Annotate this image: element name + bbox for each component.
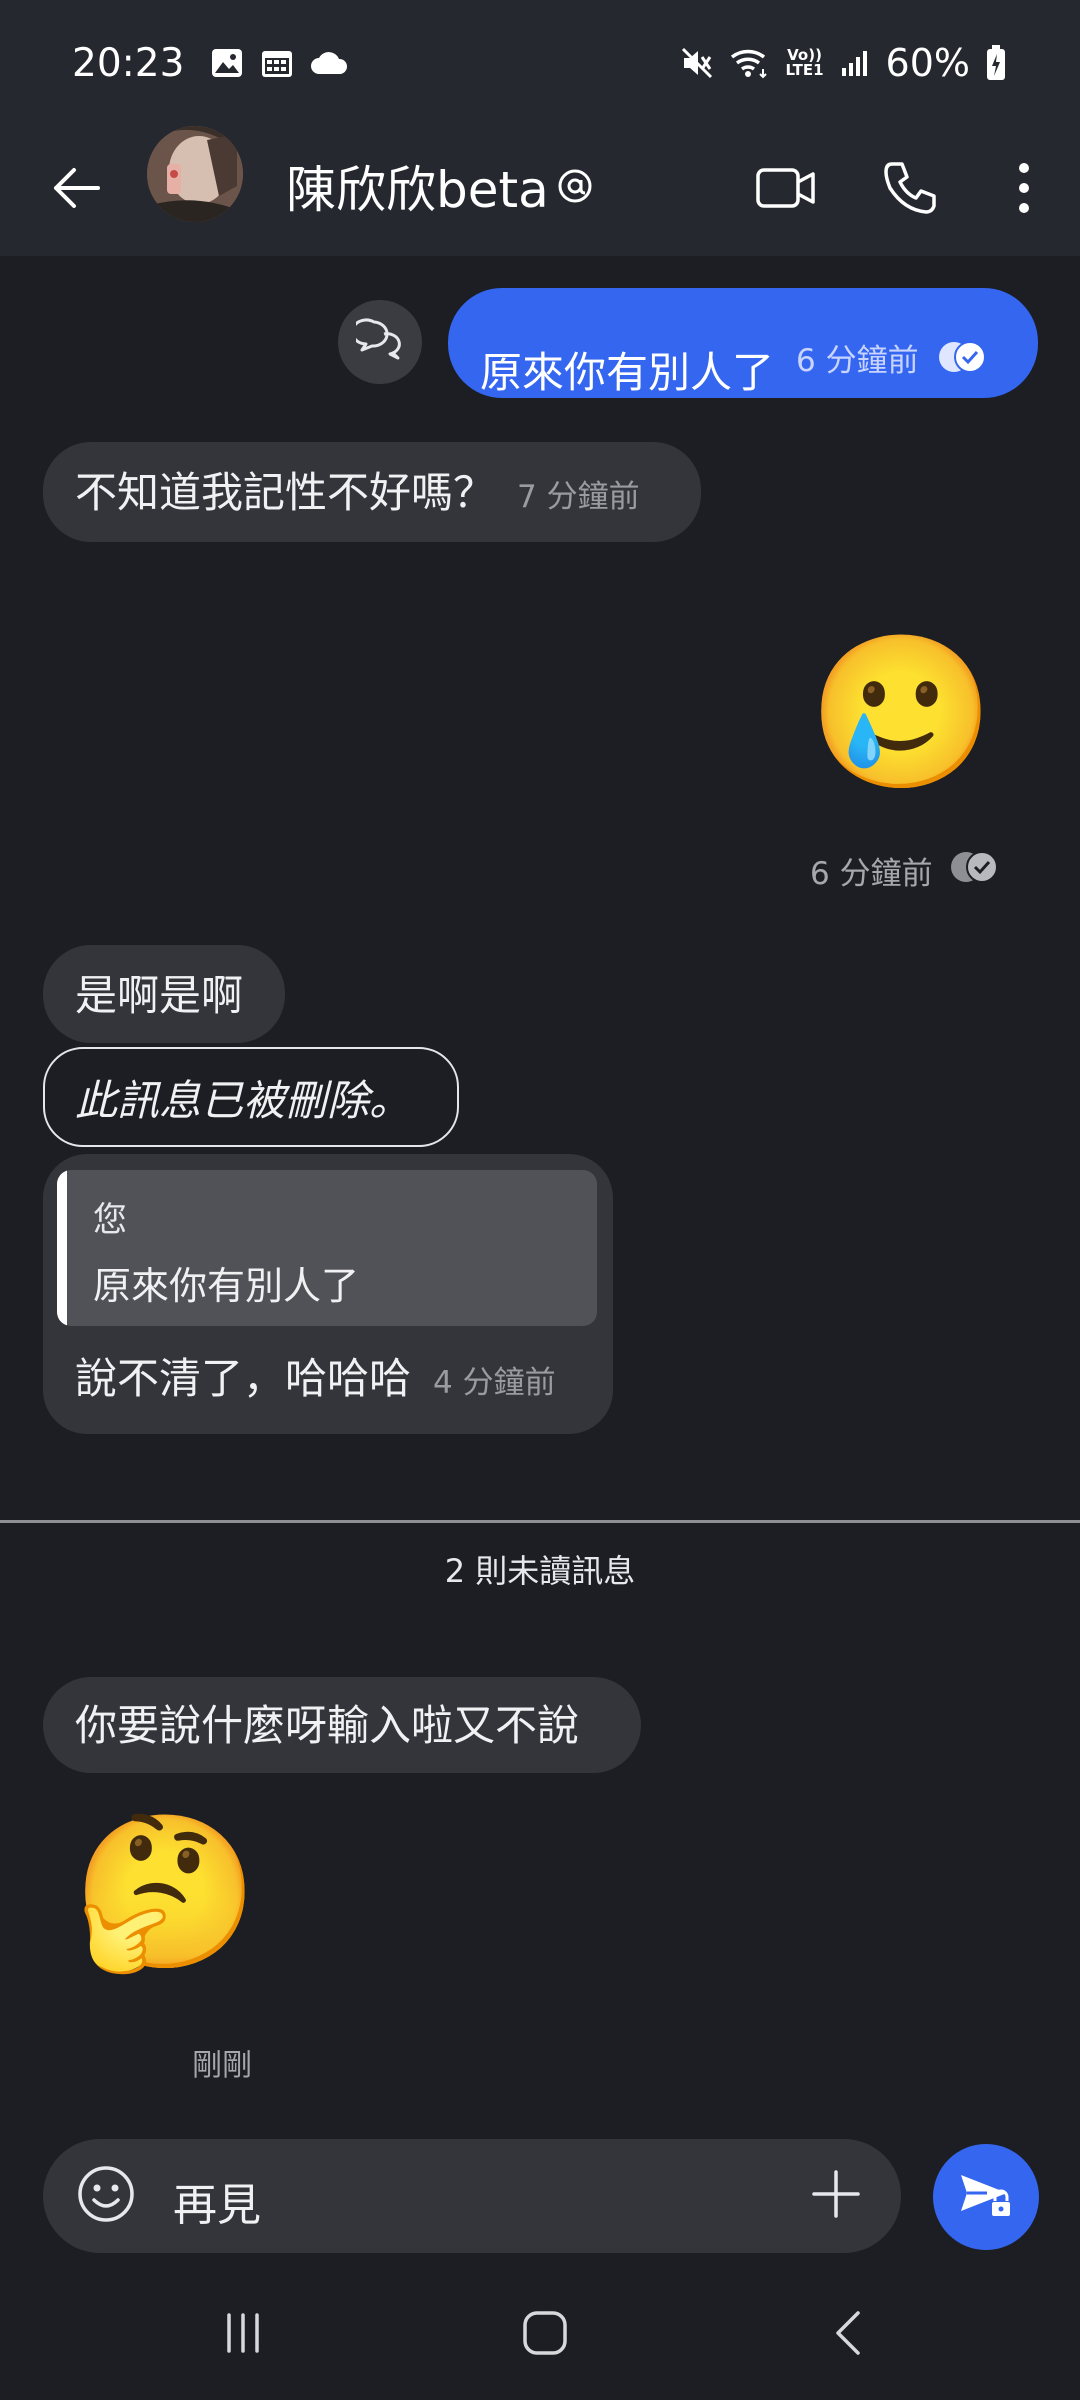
battery-percent: 60% xyxy=(885,41,970,85)
emoji-message[interactable]: 🤔 xyxy=(72,1800,259,1986)
back-button[interactable] xyxy=(40,154,112,226)
contact-name-text: 陳欣欣beta xyxy=(286,161,549,219)
network-type-label: Vo)) LTE1 xyxy=(785,46,824,79)
calendar-icon xyxy=(260,47,294,79)
message-bubble-incoming[interactable]: 你要說什麼呀輸入啦又不說 xyxy=(43,1677,641,1773)
chat-bubbles-icon xyxy=(350,318,404,366)
contact-name[interactable]: 陳欣欣beta xyxy=(286,150,593,222)
emoji-icon xyxy=(76,2164,136,2228)
quoted-message[interactable]: 您 原來你有別人了 xyxy=(57,1170,597,1326)
chat-header: 陳欣欣beta xyxy=(0,126,1080,256)
message-time: 剛剛 xyxy=(192,2048,252,2083)
message-time: 4 分鐘前 xyxy=(433,1365,556,1402)
send-lock-icon xyxy=(957,2167,1015,2227)
message-composer[interactable]: 再見 xyxy=(43,2139,901,2253)
deleted-message[interactable]: 此訊息已被刪除。 xyxy=(43,1047,459,1147)
reply-message-bubble[interactable]: 您 原來你有別人了 說不清了，哈哈哈 4 分鐘前 xyxy=(43,1154,613,1434)
system-nav-bar xyxy=(0,2270,1080,2400)
quick-reply-button[interactable] xyxy=(338,300,422,384)
wifi-icon xyxy=(730,47,770,79)
at-sign-icon xyxy=(557,168,593,204)
more-options-button[interactable] xyxy=(982,148,1066,232)
message-time: 7 分鐘前 xyxy=(517,479,640,515)
message-text: 是啊是啊 xyxy=(75,970,244,1020)
status-right: Vo)) LTE1 60% xyxy=(680,41,1006,85)
message-text: 不知道我記性不好嗎？ xyxy=(75,467,496,517)
unread-divider xyxy=(0,1520,1080,1523)
video-call-icon xyxy=(755,164,817,216)
voice-call-button[interactable] xyxy=(868,148,952,232)
home-button[interactable] xyxy=(495,2290,595,2380)
send-button[interactable] xyxy=(933,2144,1039,2250)
quote-author: 您 xyxy=(93,1200,127,1240)
nav-back-button[interactable] xyxy=(798,2290,898,2380)
emoji-button[interactable] xyxy=(71,2161,141,2231)
status-bar: 20:23 Vo)) LTE1 60% xyxy=(0,0,1080,126)
message-bubble-incoming[interactable]: 是啊是啊 xyxy=(43,945,285,1043)
attach-button[interactable] xyxy=(801,2161,871,2231)
status-time: 20:23 xyxy=(72,40,185,86)
message-text: 說不清了，哈哈哈 xyxy=(75,1354,412,1403)
back-icon xyxy=(830,2309,866,2361)
recents-button[interactable] xyxy=(193,2290,293,2380)
mute-icon xyxy=(680,46,714,80)
status-left: 20:23 xyxy=(72,41,348,86)
message-text: 原來你有別人了 xyxy=(480,347,775,397)
avatar[interactable] xyxy=(147,126,243,222)
deleted-message-text: 此訊息已被刪除。 xyxy=(75,1075,412,1125)
back-arrow-icon xyxy=(50,166,102,214)
plus-icon xyxy=(810,2168,862,2224)
signal-icon xyxy=(840,48,870,78)
emoji-message[interactable]: 🥲 xyxy=(808,620,995,806)
emoji-message-meta: 6 分鐘前 xyxy=(810,848,999,893)
gallery-icon xyxy=(210,47,244,79)
more-vert-icon xyxy=(1017,162,1031,218)
quote-bar xyxy=(57,1170,67,1326)
reply-body: 說不清了，哈哈哈 4 分鐘前 xyxy=(75,1354,556,1404)
battery-charging-icon xyxy=(986,45,1006,81)
video-call-button[interactable] xyxy=(744,148,828,232)
quote-text: 原來你有別人了 xyxy=(93,1264,360,1308)
message-bubble-incoming[interactable]: 不知道我記性不好嗎？ 7 分鐘前 xyxy=(43,442,701,542)
message-input[interactable]: 再見 xyxy=(173,2169,261,2233)
phone-icon xyxy=(882,160,938,220)
recents-icon xyxy=(221,2311,265,2359)
read-receipt-icon xyxy=(949,850,999,892)
home-icon xyxy=(521,2309,569,2361)
message-time: 6 分鐘前 xyxy=(796,343,919,379)
read-receipt-icon xyxy=(937,340,987,378)
message-bubble-outgoing[interactable]: 原來你有別人了 6 分鐘前 xyxy=(448,288,1038,398)
cloud-icon xyxy=(310,50,348,76)
unread-count-label: 2 則未讀訊息 xyxy=(444,1552,636,1590)
message-time: 6 分鐘前 xyxy=(810,856,933,892)
message-text: 你要說什麼呀輸入啦又不說 xyxy=(75,1700,580,1750)
